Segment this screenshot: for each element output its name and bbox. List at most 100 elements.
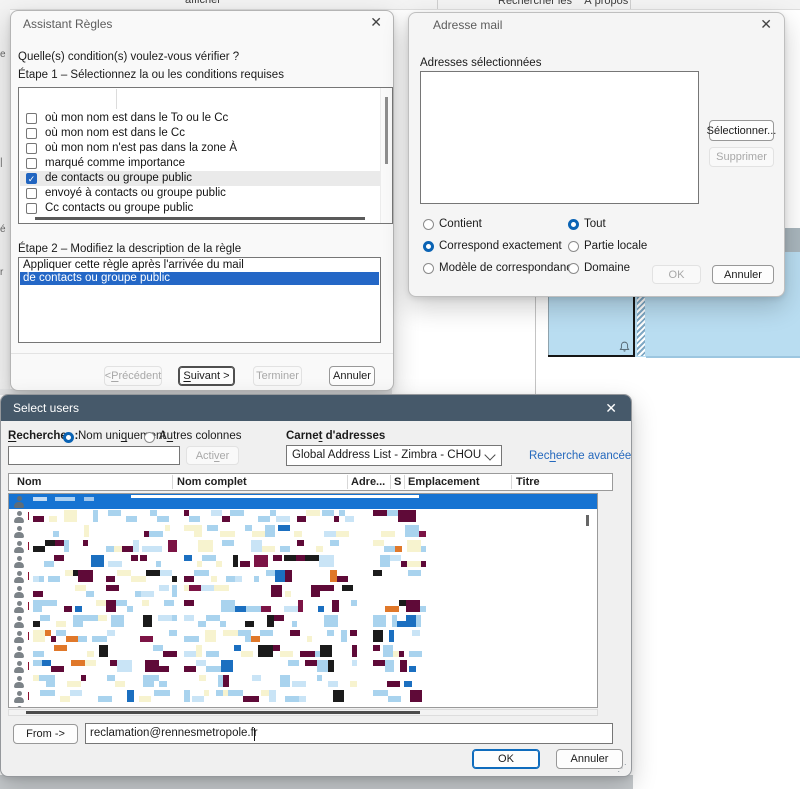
redacted-user-row[interactable] (9, 509, 597, 524)
column-header[interactable]: Emplacement (408, 476, 480, 488)
redaction-block (142, 546, 157, 552)
horizontal-scrollbar-thumb[interactable] (35, 217, 365, 220)
condition-item[interactable]: Cc contacts ou groupe public (20, 201, 380, 216)
redacted-user-row[interactable] (9, 659, 597, 674)
radio-domaine[interactable] (568, 263, 579, 274)
condition-item[interactable]: où mon nom est dans le To ou le Cc (20, 111, 380, 126)
finish-button[interactable]: Terminer (253, 366, 302, 386)
condition-item[interactable]: marqué comme importance (20, 156, 380, 171)
ok-button[interactable]: OK (472, 749, 540, 769)
radio-label[interactable]: Contient (439, 218, 482, 230)
rule-description-line[interactable]: de contacts ou groupe public (20, 272, 379, 285)
condition-checkbox[interactable]: ✓ (26, 173, 37, 184)
redaction-block (42, 600, 57, 606)
radio-mod-le-de-correspondance[interactable] (423, 263, 434, 274)
condition-checkbox[interactable] (26, 203, 37, 214)
column-header[interactable]: Adre... (351, 476, 385, 488)
horizontal-scrollbar-thumb[interactable] (26, 711, 420, 714)
remove-button[interactable]: Supprimer (709, 147, 774, 167)
radio-contient[interactable] (423, 219, 434, 230)
redaction-block (235, 666, 241, 672)
close-icon[interactable]: ✕ (760, 17, 772, 31)
cancel-button[interactable]: Annuler (329, 366, 375, 386)
redaction-block (373, 690, 388, 696)
redaction-block (108, 510, 121, 516)
radio-label[interactable]: Tout (584, 218, 606, 230)
redacted-user-row[interactable] (9, 584, 597, 599)
condition-checkbox[interactable] (26, 188, 37, 199)
condition-checkbox[interactable] (26, 158, 37, 169)
redacted-user-row[interactable] (9, 599, 597, 614)
condition-item[interactable]: ✓de contacts ou groupe public (20, 171, 380, 186)
column-header[interactable]: Nom complet (177, 476, 247, 488)
resize-grip[interactable]: ⋰ (617, 763, 627, 774)
ok-button[interactable]: OK (652, 265, 701, 284)
condition-checkbox[interactable] (26, 128, 37, 139)
rule-description-line[interactable]: Appliquer cette règle après l'arrivée du… (20, 259, 379, 272)
previous-button[interactable]: < Précédent (104, 366, 162, 386)
vertical-scrollbar[interactable] (380, 88, 392, 223)
redacted-user-row[interactable] (9, 554, 597, 569)
column-header[interactable]: Titre (516, 476, 540, 488)
radio-tout[interactable] (568, 219, 579, 230)
redacted-user-row[interactable] (9, 689, 597, 704)
conditions-listbox[interactable]: où mon nom est dans le To ou le Ccoù mon… (18, 87, 393, 224)
close-icon[interactable]: ✕ (370, 15, 382, 29)
radio-other-columns-label[interactable]: Autres colonnes (159, 430, 241, 442)
cancel-button[interactable]: Annuler (556, 749, 623, 769)
condition-checkbox[interactable] (26, 113, 37, 124)
redacted-user-row[interactable] (9, 644, 597, 659)
condition-item[interactable]: envoyé à contacts ou groupe public (20, 186, 380, 201)
radio-label[interactable]: Domaine (584, 262, 630, 274)
select-button[interactable]: Sélectionner... (709, 120, 774, 141)
redacted-user-row[interactable] (9, 539, 597, 554)
redaction-block (241, 651, 253, 657)
from-button[interactable]: From -> (13, 724, 78, 744)
redaction-block (223, 630, 238, 636)
from-input[interactable]: reclamation@rennesmetropole.fr (85, 723, 613, 744)
redaction-block (75, 606, 82, 612)
results-table-header[interactable]: Nom Nom complet Adre... S Emplacement Titre (8, 473, 613, 491)
search-input[interactable] (8, 446, 180, 465)
redacted-user-row[interactable] (9, 674, 597, 689)
radio-other-columns[interactable] (144, 432, 155, 443)
redaction-block (67, 681, 81, 687)
selected-addresses-listbox[interactable] (420, 71, 699, 204)
cancel-button[interactable]: Annuler (712, 265, 774, 284)
redaction-block (352, 645, 357, 657)
horizontal-scrollbar[interactable] (8, 709, 598, 716)
titlebar[interactable]: Select users ✕ (1, 395, 631, 421)
redaction-block (265, 525, 275, 537)
redacted-user-row[interactable] (9, 524, 597, 539)
radio-label[interactable]: Partie locale (584, 240, 647, 252)
scrollbar-thumb[interactable] (385, 97, 388, 164)
redaction-block (49, 516, 57, 522)
close-icon[interactable]: ✕ (605, 400, 617, 417)
selected-user-row[interactable] (9, 494, 597, 509)
radio-label[interactable]: Correspond exactement (439, 240, 562, 252)
advanced-search-link[interactable]: Recherche avancée (529, 450, 631, 462)
redacted-user-row[interactable] (9, 569, 597, 584)
redacted-user-row[interactable] (9, 614, 597, 629)
radio-partie-locale[interactable] (568, 241, 579, 252)
redaction-block (373, 615, 386, 627)
rule-description-listbox[interactable]: Appliquer cette règle après l'arrivée du… (18, 257, 381, 343)
address-book-dropdown[interactable]: Global Address List - Zimbra - CHOUR Ren… (286, 445, 502, 466)
column-header[interactable]: S (394, 476, 401, 488)
condition-item[interactable]: où mon nom est dans le Cc (20, 126, 380, 141)
ribbon-text-right: Rechercher les À propos (498, 0, 628, 7)
redaction-block (205, 630, 216, 642)
radio-correspond-exactement[interactable] (423, 241, 434, 252)
redaction-block (194, 570, 209, 576)
condition-item[interactable]: où mon nom n'est pas dans la zone À (20, 141, 380, 156)
go-button[interactable]: Activer (186, 446, 239, 465)
column-header[interactable]: Nom (17, 476, 41, 488)
redacted-user-row[interactable] (9, 629, 597, 644)
radio-name-only[interactable] (63, 432, 74, 443)
results-list[interactable] (8, 493, 598, 708)
redaction-block (184, 600, 194, 606)
radio-label[interactable]: Modèle de correspondance (439, 262, 578, 274)
redaction-block (221, 660, 233, 672)
next-button[interactable]: Suivant > (178, 366, 235, 386)
condition-checkbox[interactable] (26, 143, 37, 154)
